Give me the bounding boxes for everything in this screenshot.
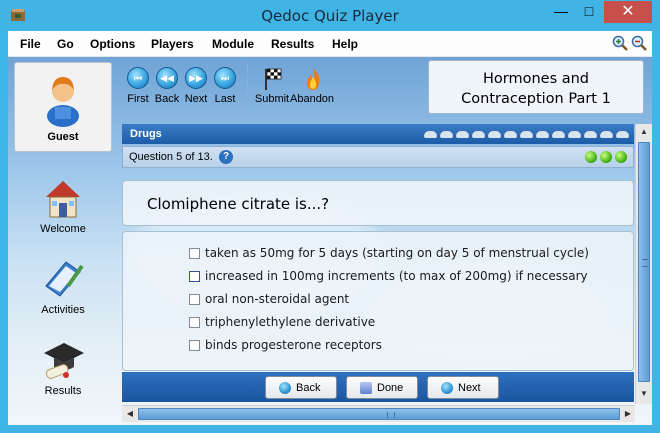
user-panel[interactable]: Guest <box>14 62 112 152</box>
back-arrow-icon <box>279 382 291 394</box>
book-pen-icon <box>45 261 84 297</box>
submit-label: Submit <box>254 93 290 105</box>
progress-cloud-icon <box>472 131 485 138</box>
last-icon: ⏭ <box>214 67 236 89</box>
progress-cloud-icon <box>568 131 581 138</box>
close-button[interactable]: ✕ <box>604 1 652 23</box>
progress-cloud-icon <box>424 131 437 138</box>
answer-text: oral non-steroidal agent <box>205 292 350 306</box>
checkered-flag-icon <box>265 68 282 90</box>
progress-cloud-icon <box>584 131 597 138</box>
progress-cloud-icon <box>488 131 501 138</box>
next-icon: ▶▶ <box>185 67 207 89</box>
fire-icon <box>307 68 320 90</box>
main-area: Guest Welcome Activities Results ⏮ First… <box>8 57 652 425</box>
horizontal-scrollbar[interactable]: ◀ ▶ <box>122 405 635 422</box>
apple-icon <box>585 151 597 163</box>
back-button[interactable]: Back <box>265 376 337 399</box>
sidebar-label-results: Results <box>44 385 82 397</box>
done-icon <box>360 382 372 394</box>
progress-cloud-icon <box>552 131 565 138</box>
zoom-in-icon[interactable] <box>612 35 628 51</box>
module-title-line1: Hormones and <box>482 71 590 87</box>
answer-checkbox[interactable] <box>189 340 200 351</box>
answer-text: taken as 50mg for 5 days (starting on da… <box>205 246 589 260</box>
menu-results[interactable]: Results <box>271 37 314 51</box>
apple-icon <box>600 151 612 163</box>
sidebar-label-welcome: Welcome <box>40 223 86 235</box>
progress-cloud-icon <box>456 131 469 138</box>
minimize-button[interactable]: — <box>547 1 575 23</box>
house-icon <box>46 181 80 218</box>
menu-bar: File Go Options Players Module Results H… <box>8 31 652 57</box>
progress-cloud-icon <box>600 131 613 138</box>
sidebar-item-activities[interactable]: Activities <box>14 252 112 322</box>
graduation-cap-icon <box>44 343 84 379</box>
section-title: Drugs <box>130 128 162 140</box>
menu-file[interactable]: File <box>20 37 41 51</box>
menu-options[interactable]: Options <box>90 37 135 51</box>
answer-text: triphenylethylene derivative <box>205 315 376 329</box>
question-box: Clomiphene citrate is...? <box>122 180 634 226</box>
vertical-scrollbar[interactable]: ▲ ▼ <box>635 124 652 404</box>
answer-checkbox[interactable] <box>189 294 200 305</box>
last-label: Last <box>214 93 236 105</box>
help-icon[interactable]: ? <box>219 150 233 164</box>
answer-text: increased in 100mg increments (to max of… <box>205 269 588 283</box>
progress-cloud-icon <box>520 131 533 138</box>
zoom-out-icon[interactable] <box>631 35 647 51</box>
horizontal-scroll-thumb[interactable] <box>138 408 620 420</box>
sidebar-item-welcome[interactable]: Welcome <box>14 171 112 241</box>
window-border <box>0 425 660 433</box>
next-arrow-icon <box>441 382 453 394</box>
first-icon: ⏮ <box>127 67 149 89</box>
question-info-bar: Question 5 of 13. ? <box>122 146 634 168</box>
user-name: Guest <box>47 131 79 143</box>
abandon-label: Abandon <box>290 93 335 105</box>
last-button[interactable]: ⏭ Last <box>210 67 240 107</box>
menu-help[interactable]: Help <box>332 37 358 51</box>
progress-cloud-icon <box>440 131 453 138</box>
progress-cloud-icon <box>504 131 517 138</box>
scroll-up-icon[interactable]: ▲ <box>636 124 652 140</box>
question-counter: Question 5 of 13. <box>129 151 213 163</box>
user-avatar-icon <box>47 77 79 127</box>
answer-checkbox[interactable] <box>189 317 200 328</box>
toolbar-separator <box>247 63 248 109</box>
title-bar: Qedoc Quiz Player — □ ✕ <box>0 0 660 31</box>
module-title-box: Hormones and Contraception Part 1 <box>428 60 644 114</box>
submit-button[interactable]: Submit <box>250 67 294 109</box>
scroll-left-icon[interactable]: ◀ <box>122 406 138 422</box>
scroll-right-icon[interactable]: ▶ <box>620 406 636 422</box>
answer-checkbox[interactable] <box>189 271 200 282</box>
progress-cloud-icon <box>616 131 629 138</box>
scroll-down-icon[interactable]: ▼ <box>636 386 652 402</box>
answer-text: binds progesterone receptors <box>205 338 382 352</box>
back-icon: ◀◀ <box>156 67 178 89</box>
question-text: Clomiphene citrate is...? <box>147 195 330 213</box>
menu-module[interactable]: Module <box>212 37 254 51</box>
answers-panel: taken as 50mg for 5 days (starting on da… <box>122 231 634 371</box>
menu-go[interactable]: Go <box>57 37 74 51</box>
section-bar: Drugs <box>122 124 634 144</box>
sidebar-item-results[interactable]: Results <box>14 333 112 403</box>
next-button[interactable]: Next <box>427 376 499 399</box>
done-button[interactable]: Done <box>346 376 418 399</box>
menu-players[interactable]: Players <box>151 37 194 51</box>
progress-cloud-icon <box>536 131 549 138</box>
navigation-bar: Back Done Next <box>122 372 634 402</box>
apple-icon <box>615 151 627 163</box>
vertical-scroll-thumb[interactable] <box>638 142 650 382</box>
abandon-button[interactable]: Abandon <box>290 67 334 109</box>
sidebar-label-activities: Activities <box>41 304 85 316</box>
answer-checkbox[interactable] <box>189 248 200 259</box>
module-title-line2: Contraception Part 1 <box>461 91 611 107</box>
maximize-button[interactable]: □ <box>575 1 603 23</box>
